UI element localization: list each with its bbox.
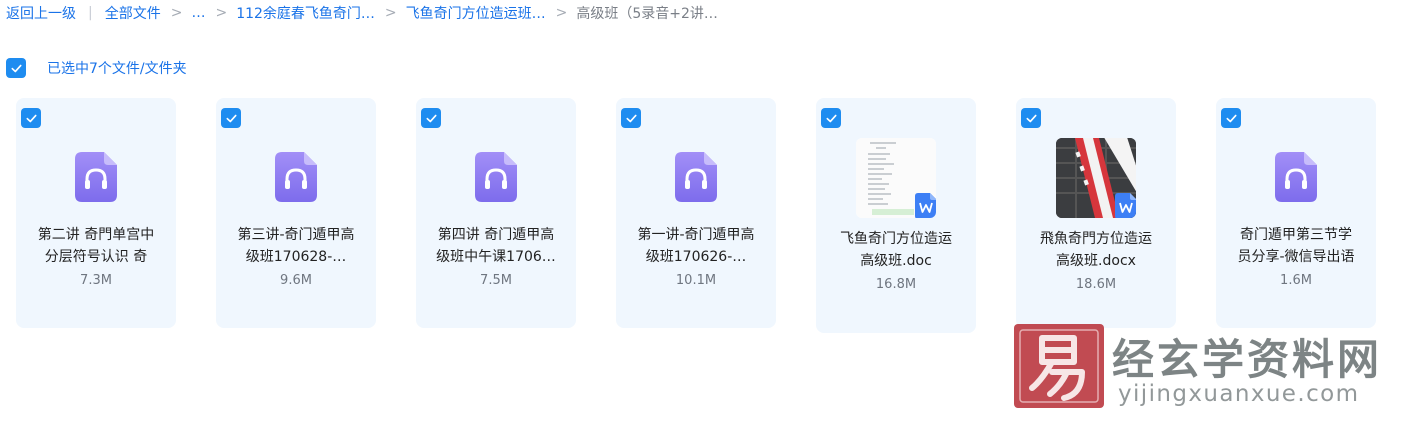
word-doc-icon [1115, 193, 1136, 218]
audio-file-icon [75, 152, 117, 202]
check-icon [1025, 114, 1037, 122]
audio-file-icon [475, 152, 517, 202]
file-name-line-2: 级班中午课1706… [436, 249, 556, 265]
file-card[interactable]: 第二讲 奇門单宫中 分层符号认识 奇 7.3M [16, 98, 176, 328]
check-icon [225, 114, 237, 122]
file-name-line-1: 第四讲 奇门遁甲高 [437, 227, 555, 243]
watermark-title: 经玄学资料网 [1112, 335, 1383, 384]
file-name-line-1: 飞鱼奇门方位造运 [840, 231, 952, 247]
file-checkbox[interactable] [821, 108, 841, 128]
breadcrumb-folder-1[interactable]: 112余庭春飞鱼奇门… [236, 3, 375, 23]
file-name: 第二讲 奇門单宫中 分层符号认识 奇 [24, 224, 168, 268]
document-thumbnail [856, 138, 936, 218]
check-icon [10, 64, 22, 72]
audio-file-icon [1275, 152, 1317, 202]
file-size: 9.6M [280, 273, 312, 288]
audio-file-icon [675, 152, 717, 202]
file-name-line-2: 员分享-微信导出语 [1237, 249, 1355, 265]
breadcrumb-current: 高级班（5录音+2讲… [576, 6, 718, 22]
file-name: 飛魚奇門方位造运 高级班.docx [1024, 228, 1168, 272]
breadcrumb-folder-2[interactable]: 飞鱼奇门方位造运班… [406, 3, 546, 23]
file-checkbox[interactable] [621, 108, 641, 128]
breadcrumb-ellipsis[interactable]: … [191, 5, 205, 21]
file-card[interactable]: 飞鱼奇门方位造运 高级班.doc 16.8M [816, 98, 976, 333]
file-name-line-1: 第三讲-奇门遁甲高 [237, 227, 355, 243]
file-size: 7.3M [80, 273, 112, 288]
file-name-line-1: 飛魚奇門方位造运 [1040, 231, 1152, 247]
file-card[interactable]: 第一讲-奇门遁甲高 级班170626-… 10.1M [616, 98, 776, 328]
check-icon [425, 114, 437, 122]
selection-count: 已选中7个文件/文件夹 [47, 61, 187, 77]
breadcrumb: 返回上一级 | 全部文件 > … > 112余庭春飞鱼奇门… > 飞鱼奇门方位造… [6, 0, 718, 26]
document-thumbnail [1056, 138, 1136, 218]
file-checkbox[interactable] [221, 108, 241, 128]
file-name: 奇门遁甲第三节学 员分享-微信导出语 [1224, 224, 1368, 268]
file-card[interactable]: 飛魚奇門方位造运 高级班.docx 18.6M [1016, 98, 1176, 328]
file-checkbox[interactable] [21, 108, 41, 128]
check-icon [625, 114, 637, 122]
word-doc-icon [915, 193, 936, 218]
file-name-line-2: 高级班.doc [860, 253, 932, 269]
file-name: 第四讲 奇门遁甲高 级班中午课1706… [424, 224, 568, 268]
file-size: 16.8M [875, 277, 917, 292]
file-size: 18.6M [1075, 277, 1117, 292]
file-name-line-2: 分层符号认识 奇 [44, 249, 148, 265]
file-name-line-1: 奇门遁甲第三节学 [1240, 227, 1352, 243]
file-size: 1.6M [1280, 273, 1312, 288]
file-checkbox[interactable] [1021, 108, 1041, 128]
file-checkbox[interactable] [1221, 108, 1241, 128]
file-name-line-1: 第一讲-奇门遁甲高 [637, 227, 755, 243]
chevron-right-icon: > [215, 5, 228, 21]
breadcrumb-divider: | [88, 5, 93, 21]
chevron-right-icon: > [170, 5, 183, 21]
file-card[interactable]: 第四讲 奇门遁甲高 级班中午课1706… 7.5M [416, 98, 576, 328]
file-name: 第一讲-奇门遁甲高 级班170626-… [624, 224, 768, 268]
back-link[interactable]: 返回上一级 [6, 3, 76, 23]
file-card[interactable]: 奇门遁甲第三节学 员分享-微信导出语 1.6M [1216, 98, 1376, 328]
watermark-seal-logo [1014, 324, 1104, 408]
select-all-checkbox[interactable] [6, 58, 26, 78]
file-size: 7.5M [480, 273, 512, 288]
file-name-line-1: 第二讲 奇門单宫中 [37, 227, 155, 243]
check-icon [1225, 114, 1237, 122]
watermark-url: yijingxuanxue.com [1118, 381, 1360, 407]
chevron-right-icon: > [555, 5, 568, 21]
file-checkbox[interactable] [421, 108, 441, 128]
file-name: 飞鱼奇门方位造运 高级班.doc [824, 228, 968, 272]
file-card[interactable]: 第三讲-奇门遁甲高 级班170628-… 9.6M [216, 98, 376, 328]
chevron-right-icon: > [384, 5, 397, 21]
file-name-line-2: 级班170626-… [645, 249, 747, 265]
file-size: 10.1M [675, 273, 717, 288]
file-name-line-2: 级班170628-… [245, 249, 347, 265]
check-icon [825, 114, 837, 122]
check-icon [25, 114, 37, 122]
file-name: 第三讲-奇门遁甲高 级班170628-… [224, 224, 368, 268]
audio-file-icon [275, 152, 317, 202]
file-name-line-2: 高级班.docx [1056, 253, 1136, 269]
selection-bar: 已选中7个文件/文件夹 [6, 57, 187, 79]
breadcrumb-all-files[interactable]: 全部文件 [105, 3, 161, 23]
